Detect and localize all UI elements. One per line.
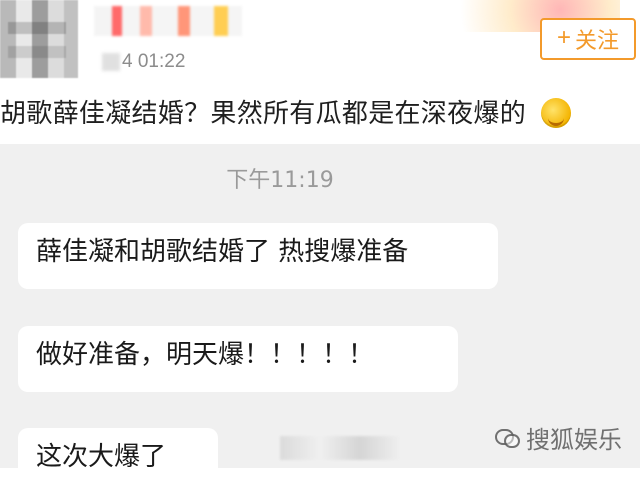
follow-label: 关注 [575, 28, 620, 53]
follow-plus-icon: + [556, 24, 571, 51]
chat-bubble-2-text: 做好准备，明天爆！！！！！ [36, 340, 375, 370]
blushing-smiley-icon [540, 97, 571, 128]
follow-button[interactable]: + 关注 [540, 18, 636, 60]
chat-left-edge [0, 223, 10, 463]
post-header: 4 01:22 + 关注 [0, 0, 640, 92]
watermark: 搜狐娱乐 [494, 420, 622, 454]
chat-bubble-1-text: 薛佳凝和胡歌结婚了 热搜爆准备 [36, 237, 409, 267]
blurred-content [280, 436, 400, 460]
chat-bubble-2: 做好准备，明天爆！！！！！ [18, 326, 458, 392]
post-time: 4 01:22 [122, 51, 186, 72]
avatar[interactable] [0, 0, 78, 78]
post-text-content: 胡歌薛佳凝结婚？果然所有瓜都是在深夜爆的 [0, 99, 527, 129]
time-prefix-blurred [102, 53, 120, 71]
post-text: 胡歌薛佳凝结婚？果然所有瓜都是在深夜爆的 [0, 97, 640, 130]
chat-bubbles-icon [494, 425, 520, 449]
username-blurred [94, 6, 242, 36]
watermark-text: 搜狐娱乐 [526, 425, 622, 454]
chat-bubble-3: 这次大爆了 [18, 428, 218, 488]
chat-timestamp: 下午11:19 [226, 168, 334, 193]
chat-bubble-1: 薛佳凝和胡歌结婚了 热搜爆准备 [18, 223, 498, 289]
